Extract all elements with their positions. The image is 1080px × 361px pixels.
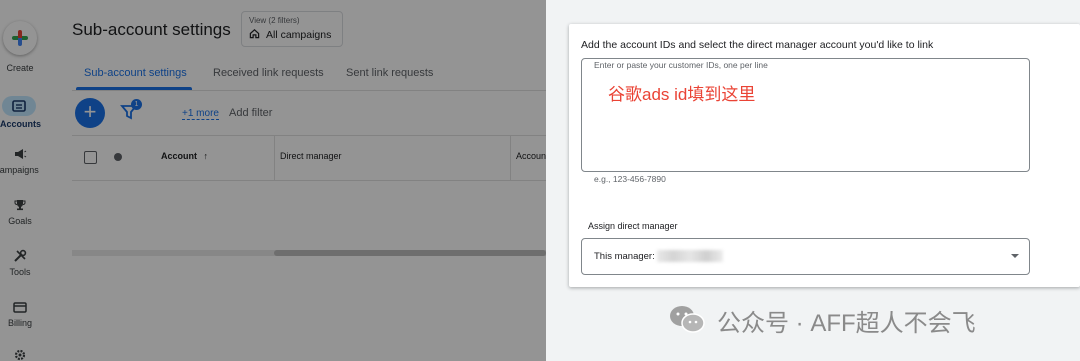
customer-ids-label: Enter or paste your customer IDs, one pe… bbox=[594, 60, 768, 70]
main-app-area: Create Accounts Campaigns bbox=[0, 0, 546, 361]
watermark-text: 公众号 · AFF超人不会飞 bbox=[717, 310, 976, 337]
direct-manager-select-value: This manager: bbox=[594, 251, 655, 262]
instruction-text: Add the account IDs and select the direc… bbox=[581, 39, 934, 51]
redacted-account-name bbox=[657, 250, 723, 262]
modal-scrim[interactable] bbox=[0, 0, 546, 361]
customer-ids-hint: e.g., 123-456-7890 bbox=[594, 174, 666, 184]
assign-manager-label: Assign direct manager bbox=[588, 221, 678, 231]
annotation-text: 谷歌ads id填到这里 bbox=[608, 85, 756, 104]
customer-ids-textarea[interactable] bbox=[581, 58, 1030, 172]
dropdown-caret-icon[interactable] bbox=[1011, 254, 1019, 258]
wechat-icon bbox=[670, 306, 705, 333]
